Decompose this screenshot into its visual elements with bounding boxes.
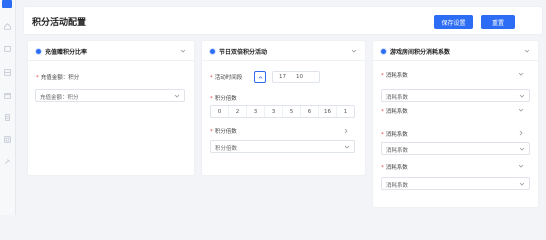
chevron-down-icon <box>519 181 525 187</box>
required-marker: * <box>381 165 384 171</box>
select-value: 消耗系数 <box>386 95 409 101</box>
required-marker: * <box>210 129 213 135</box>
field-label: * 活动时间段 <box>210 73 242 81</box>
chevron-down-icon[interactable] <box>518 107 524 113</box>
save-button[interactable]: 保存设置 <box>434 15 473 29</box>
chevron-down-icon <box>344 144 350 150</box>
field-label-text: 消耗系数 <box>385 165 408 171</box>
select-value: 消耗系数 <box>386 148 409 154</box>
field-label: * 消耗系数 <box>381 163 408 171</box>
field-label-text: 积分倍数 <box>214 96 237 102</box>
section-dot-icon <box>210 49 215 54</box>
panel-title: 游戏房间积分消耗系数 <box>390 49 451 56</box>
panel-title: 节日双倍积分活动 <box>219 49 268 56</box>
chevron-down-icon[interactable] <box>518 71 524 77</box>
multiplier-option[interactable]: 1 <box>337 106 354 117</box>
coefficient-select[interactable]: 消耗系数 <box>381 89 530 102</box>
multiplier-segmented-control[interactable]: 0 2 3 3 5 6 16 1 <box>210 105 355 118</box>
time-picker-toggle[interactable] <box>254 71 266 83</box>
chevron-right-icon[interactable] <box>518 130 524 136</box>
field-label: * 充值金额：积分 <box>36 73 79 81</box>
time-range-input[interactable]: 17 10 <box>272 71 320 83</box>
panel-holiday-double: 节日双倍积分活动 * 活动时间段 17 10 * 积分倍数 0 2 3 3 5 6 … <box>202 41 365 175</box>
multiplier-option[interactable]: 0 <box>211 106 229 117</box>
field-label-text: 消耗系数 <box>385 132 408 138</box>
chevron-down-icon <box>519 146 525 152</box>
chevron-down-icon <box>174 93 180 99</box>
panel-header: 游戏房间积分消耗系数 <box>373 41 538 61</box>
field-label: * 积分倍数 <box>210 127 237 135</box>
section-dot-icon <box>381 49 386 54</box>
field-label-text: 充值金额：积分 <box>40 75 80 81</box>
select-value: 积分倍数 <box>215 146 238 152</box>
chevron-down-icon[interactable] <box>351 48 357 54</box>
panel-game-room-coefficient: 游戏房间积分消耗系数 * 消耗系数 消耗系数 * 消耗系数 * 消耗系数 消耗系数 *… <box>373 41 538 207</box>
select-value: 充值金额：积分 <box>40 95 79 101</box>
chevron-down-icon[interactable] <box>524 48 530 54</box>
multiplier-option[interactable]: 16 <box>319 106 337 117</box>
required-marker: * <box>36 75 39 81</box>
required-marker: * <box>210 75 213 81</box>
page-header: 积分活动配置 保存设置 重置 <box>24 7 542 34</box>
chevron-down-icon[interactable] <box>180 48 186 54</box>
reset-button[interactable]: 重置 <box>481 15 515 29</box>
page-title: 积分活动配置 <box>32 18 87 28</box>
multiplier-option[interactable]: 6 <box>301 106 319 117</box>
app-logo-icon[interactable] <box>2 0 12 8</box>
document-icon[interactable] <box>3 113 11 121</box>
field-label-text: 积分倍数 <box>214 129 237 135</box>
calendar-icon[interactable] <box>3 91 11 99</box>
multiplier-option[interactable]: 3 <box>247 106 265 117</box>
required-marker: * <box>381 132 384 138</box>
folder-icon[interactable] <box>3 44 11 52</box>
multiplier-option[interactable]: 5 <box>283 106 301 117</box>
required-marker: * <box>210 96 213 102</box>
field-label-text: 活动时间段 <box>214 75 243 81</box>
field-label: * 积分倍数 <box>210 94 237 102</box>
multiplier-option[interactable]: 3 <box>265 106 283 117</box>
required-marker: * <box>381 73 384 79</box>
coefficient-select[interactable]: 消耗系数 <box>381 142 530 155</box>
field-label-text: 消耗系数 <box>385 73 408 79</box>
chevron-up-icon <box>258 75 262 79</box>
field-label: * 消耗系数 <box>381 130 408 138</box>
tools-icon[interactable] <box>3 157 11 165</box>
panel-recharge-ratio: 充值赠积分比率 * 充值金额：积分 充值金额：积分 <box>28 41 194 175</box>
multiplier-option[interactable]: 2 <box>229 106 247 117</box>
chevron-down-icon <box>519 93 525 99</box>
panel-header: 节日双倍积分活动 <box>202 41 365 61</box>
multiplier-select[interactable]: 积分倍数 <box>210 140 355 153</box>
sidebar <box>0 0 16 215</box>
chevron-down-icon[interactable] <box>518 163 524 169</box>
time-start[interactable]: 17 <box>279 74 286 80</box>
home-icon[interactable] <box>3 22 11 30</box>
coefficient-select[interactable]: 消耗系数 <box>381 177 530 190</box>
panel-header: 充值赠积分比率 <box>28 41 194 61</box>
field-label: * 消耗系数 <box>381 71 408 79</box>
section-dot-icon <box>36 49 41 54</box>
recharge-ratio-select[interactable]: 充值金额：积分 <box>35 89 185 102</box>
settings-icon[interactable] <box>3 135 11 143</box>
time-end[interactable]: 10 <box>296 74 303 80</box>
grid-icon[interactable] <box>3 68 11 76</box>
panel-title: 充值赠积分比率 <box>45 49 88 56</box>
select-value: 消耗系数 <box>386 183 409 189</box>
chevron-right-icon[interactable] <box>343 128 349 134</box>
